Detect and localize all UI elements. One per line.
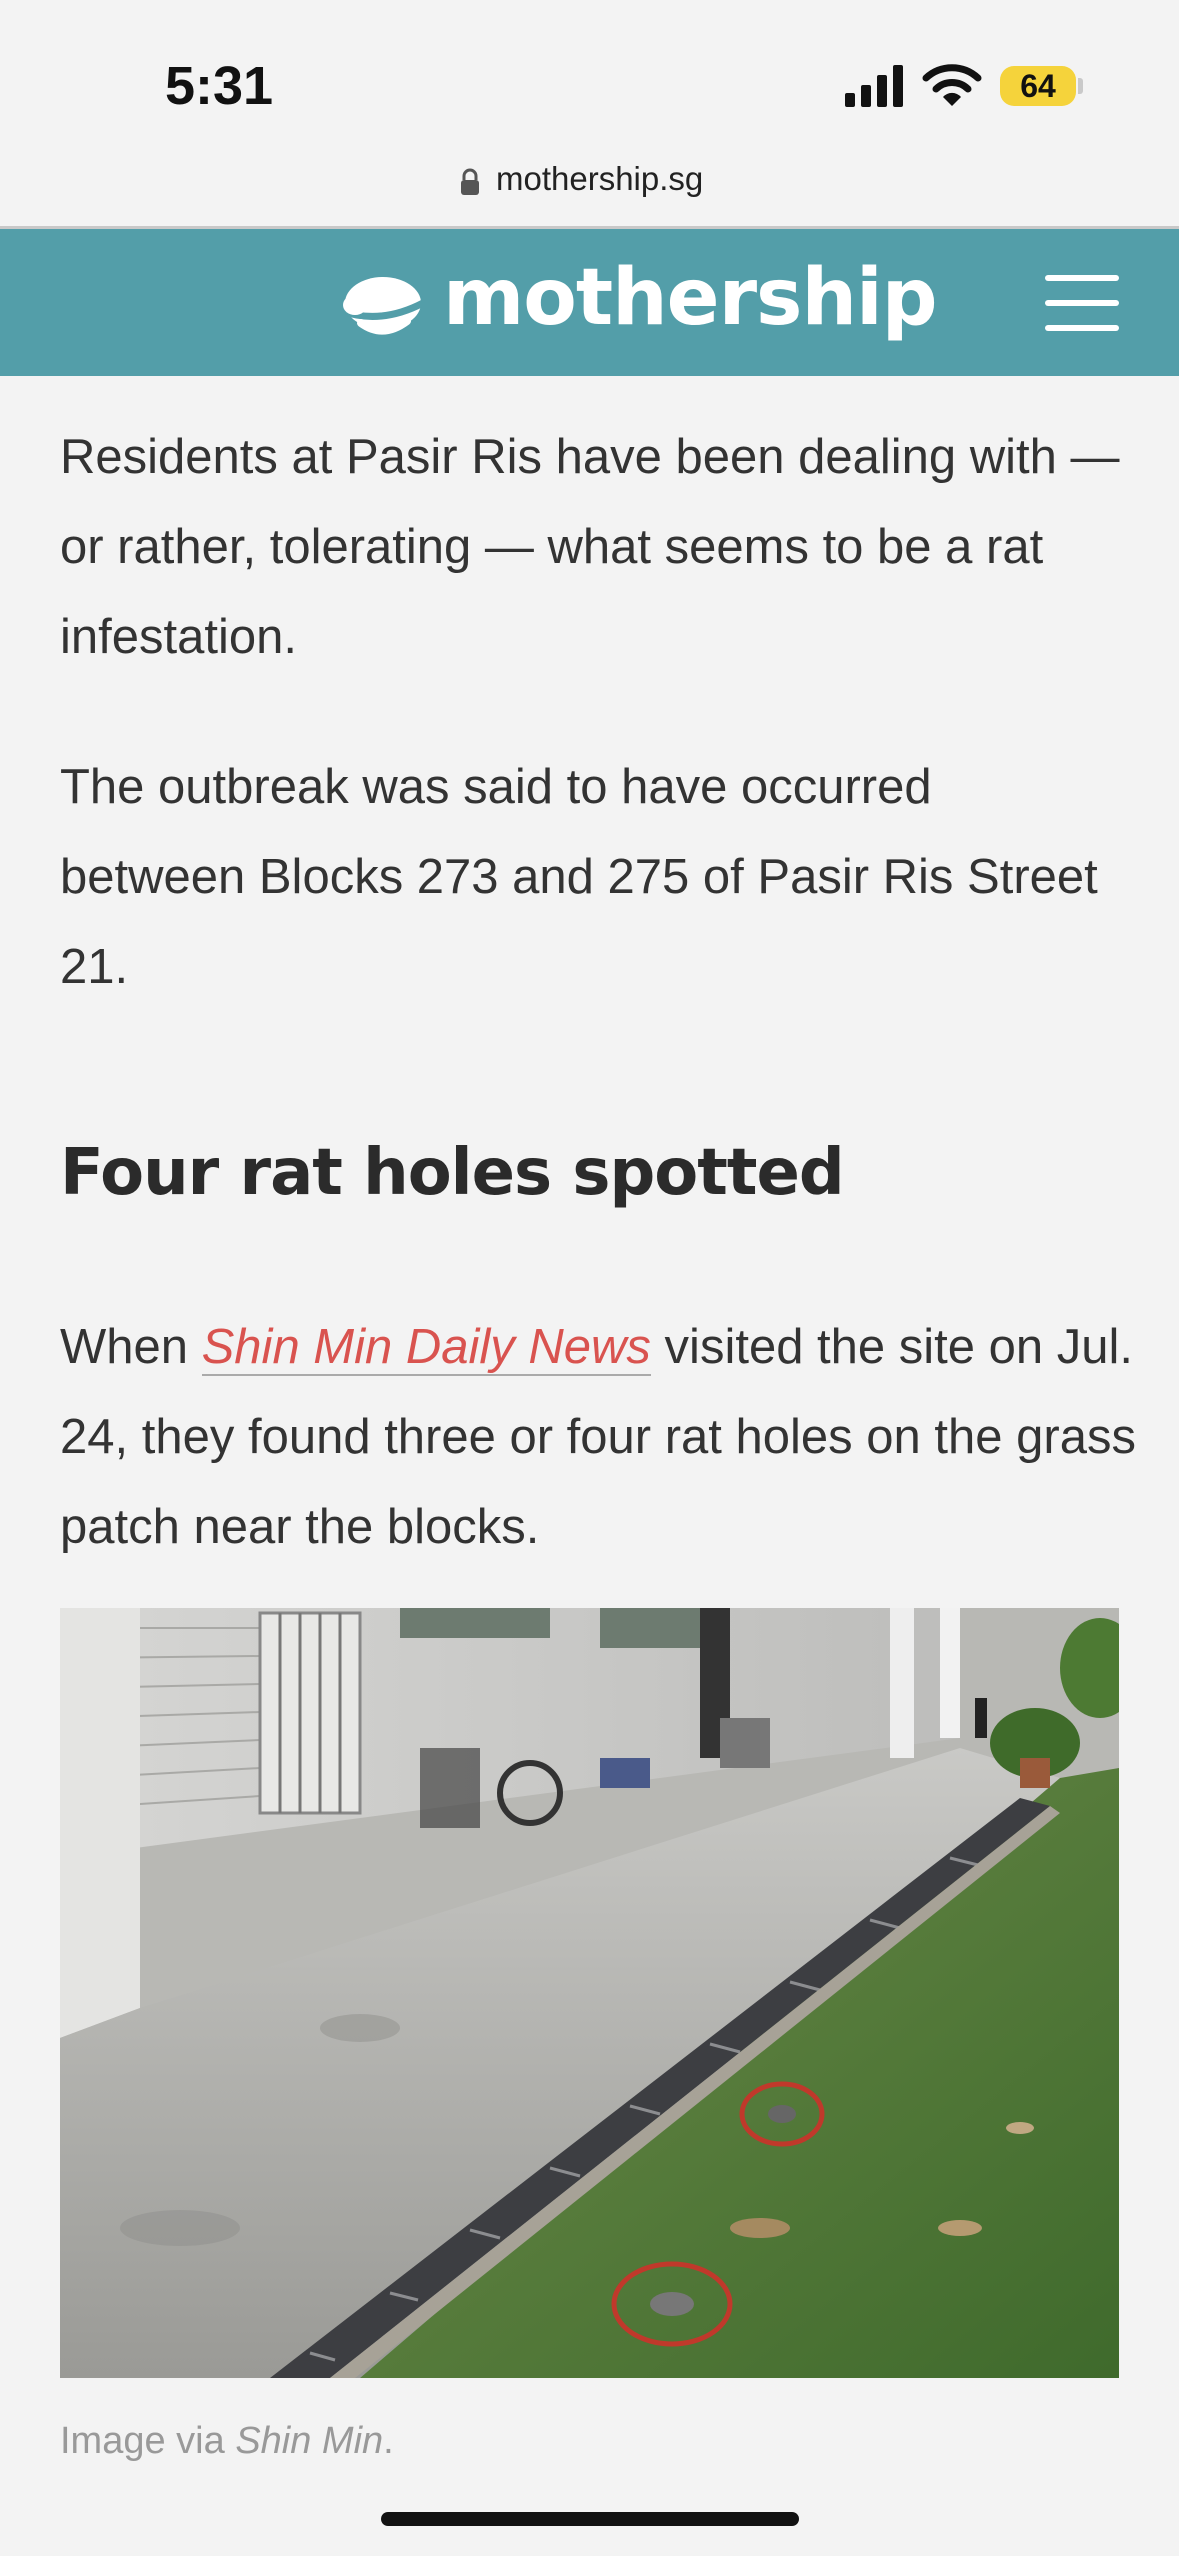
paragraph-text: When: [60, 1320, 202, 1374]
lock-icon: [461, 168, 479, 195]
caption-source: Shin Min: [235, 2420, 384, 2462]
battery-level: 64: [1020, 68, 1056, 104]
article-photo: [60, 1608, 1119, 2378]
caption-prefix: Image via: [60, 2420, 236, 2462]
section-heading: Four rat holes spotted: [60, 1136, 845, 1210]
battery-icon: 64: [1000, 66, 1076, 106]
status-bar: 5:31 64: [0, 0, 1179, 150]
mothership-logo-icon[interactable]: [335, 273, 425, 339]
photo-illustration: [60, 1608, 1119, 2378]
site-header: mothership: [0, 226, 1179, 376]
caption-suffix: .: [383, 2420, 394, 2462]
home-indicator[interactable]: [381, 2512, 799, 2526]
battery-tip: [1078, 78, 1083, 94]
article-paragraph: The outbreak was said to have occurred b…: [60, 760, 1098, 994]
source-link[interactable]: Shin Min Daily News: [201, 1320, 651, 1376]
article-paragraph: Residents at Pasir Ris have been dealing…: [60, 430, 1120, 664]
wifi-icon: [922, 64, 982, 106]
cellular-signal-icon: [845, 65, 903, 107]
url-text[interactable]: mothership.sg: [496, 160, 703, 198]
site-logo[interactable]: mothership: [443, 253, 938, 343]
article-paragraph: When Shin Min Daily News visited the sit…: [60, 1302, 1150, 1572]
hamburger-menu-icon[interactable]: [1045, 275, 1119, 331]
status-time: 5:31: [165, 56, 274, 116]
photo-caption: Image via Shin Min.: [60, 2420, 394, 2463]
